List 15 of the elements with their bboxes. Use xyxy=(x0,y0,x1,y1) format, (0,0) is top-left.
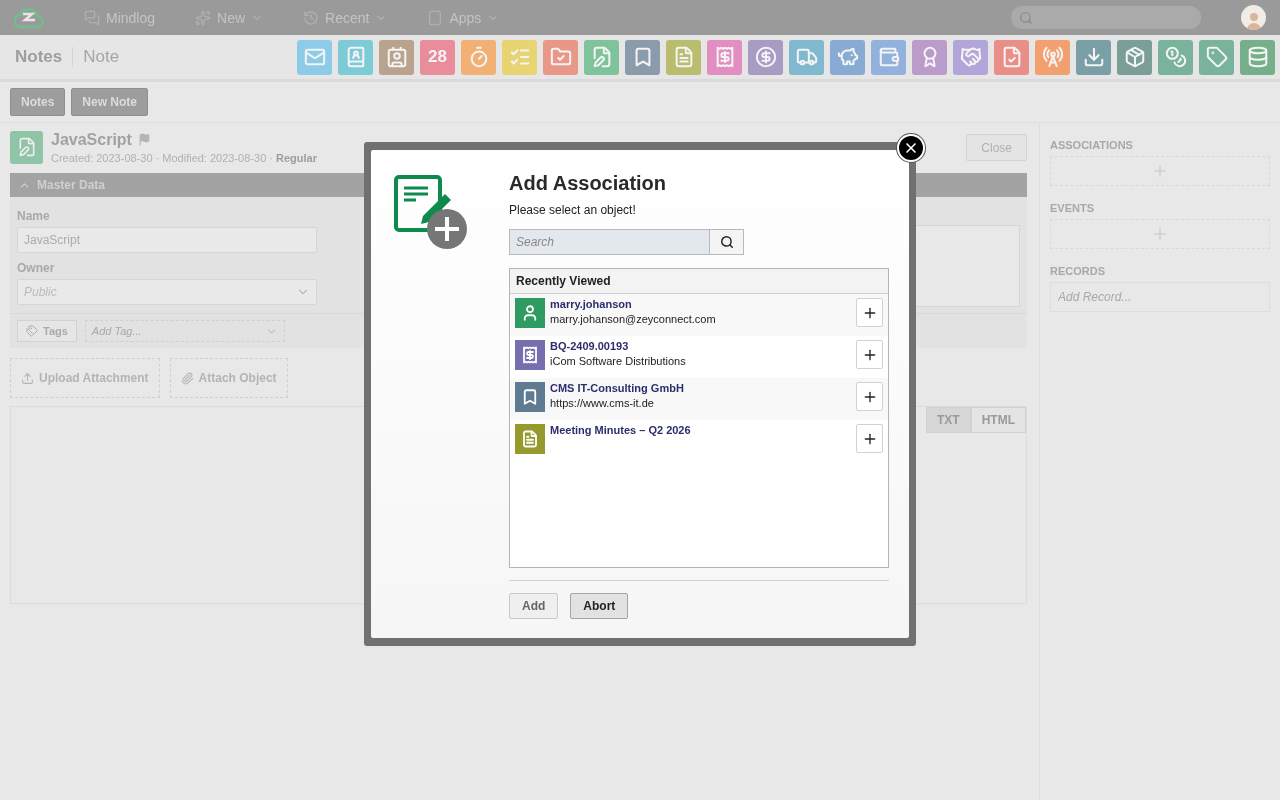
item-detail: marry.johanson@zeyconnect.com xyxy=(550,313,717,325)
list-heading: Recently Viewed xyxy=(510,269,888,294)
sidebar-heading: ASSOCIATIONS xyxy=(1050,139,1134,151)
item-detail: iCom Software Distributions xyxy=(550,355,687,367)
field-label: Name xyxy=(17,209,51,223)
sidebar-heading: RECORDS xyxy=(1050,265,1106,277)
record-title: JavaScript xyxy=(51,130,132,149)
item-detail: https://www.cms-it.de xyxy=(550,397,655,409)
field-label: Owner xyxy=(17,261,56,275)
calendar-day: 28 xyxy=(428,47,447,67)
page-title: Note xyxy=(82,47,120,67)
dialog-title: Add Association xyxy=(509,172,668,195)
dialog-subtitle: Please select an object! xyxy=(509,203,637,217)
sidebar-heading: EVENTS xyxy=(1050,202,1095,214)
record-meta: Created: 2023-08-30 · Modified: 2023-08-30 · Regular xyxy=(51,151,317,164)
